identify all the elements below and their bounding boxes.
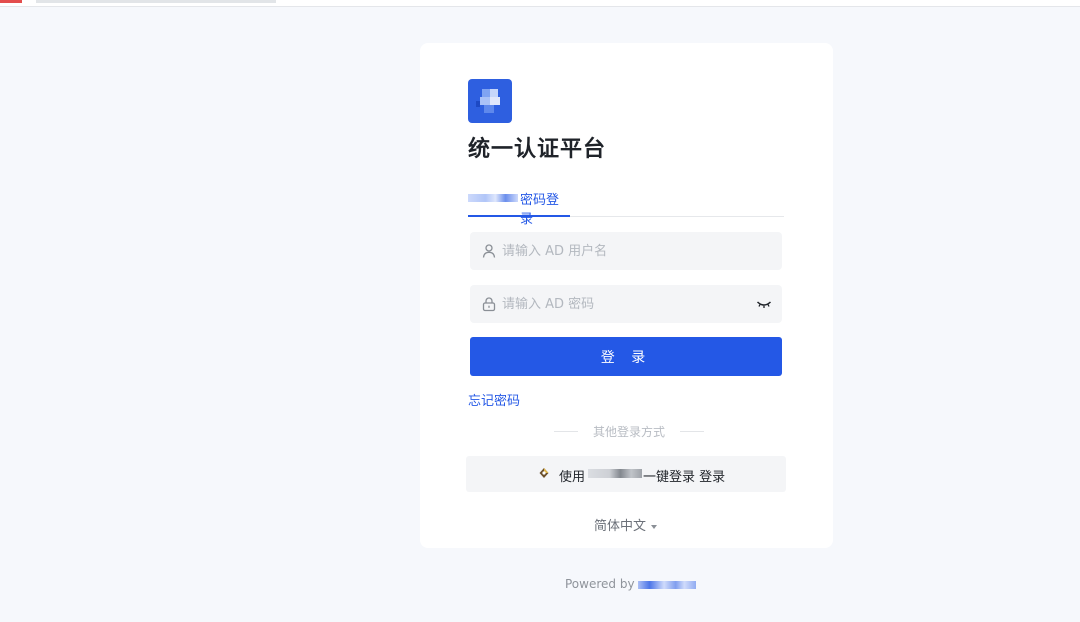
language-label: 简体中文 [594,519,647,534]
browser-top-strip [0,0,1080,7]
powered-by-redacted [637,580,696,589]
forgot-password-link[interactable]: 忘记密码 [468,390,520,409]
username-input[interactable] [502,232,752,270]
top-strip-mark [0,0,22,3]
divider-line-left [554,431,578,432]
divider-line-right [680,431,704,432]
tab-label-redacted [468,194,518,202]
sso-label-redacted [588,469,642,478]
sso-label-suffix: 一键登录 登录 [643,470,726,485]
caret-down-icon [651,524,658,529]
sso-icon [539,468,549,478]
user-icon [482,244,496,258]
login-button[interactable]: 登 录 [470,337,782,376]
page-title: 统一认证平台 [468,137,607,162]
other-login-divider: 其他登录方式 [554,423,704,439]
password-input[interactable] [502,285,752,323]
password-field[interactable] [470,285,782,323]
tab-password-login[interactable]: 密码登录 [468,183,570,227]
top-strip-blur [36,0,276,3]
powered-by-footer: Powered by [565,577,696,591]
powered-by-label: Powered by [565,577,635,591]
login-tabs: 密码登录 [468,183,784,227]
sso-login-button[interactable]: 使用 一键登录 登录 [466,456,786,492]
language-selector[interactable]: 简体中文 [594,515,658,534]
login-card: 统一认证平台 密码登录 登 录 忘记密码 其他登录方式 [420,43,833,548]
app-logo [468,79,512,123]
eye-closed-icon[interactable] [756,297,772,311]
username-field[interactable] [470,232,782,270]
lock-icon [482,297,496,312]
divider-label: 其他登录方式 [592,425,665,439]
tab-label: 密码登录 [520,193,560,227]
sso-label-prefix: 使用 [559,470,586,485]
